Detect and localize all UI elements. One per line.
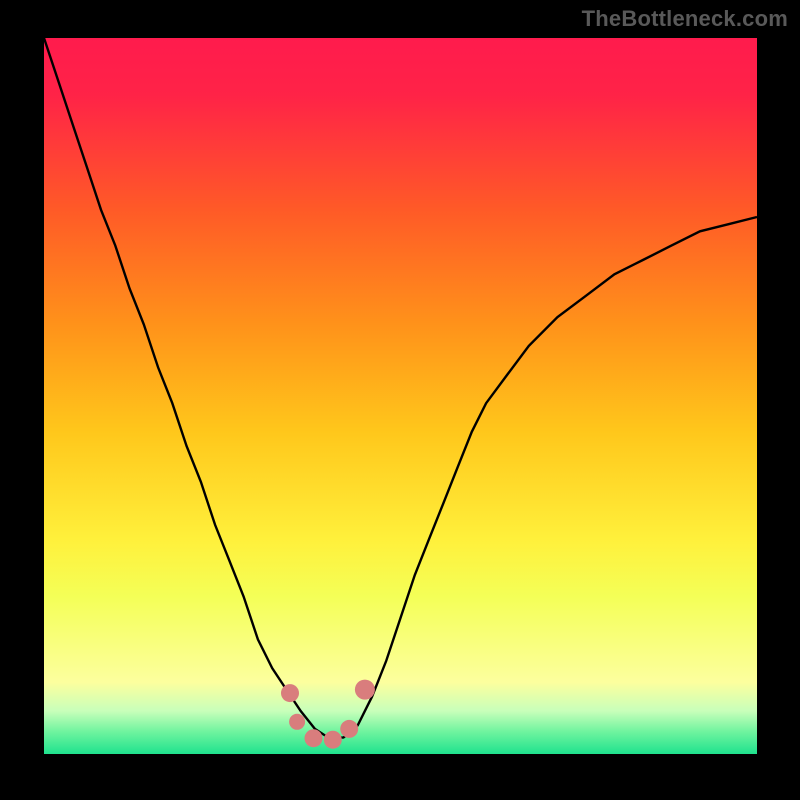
marker-dot — [355, 680, 375, 700]
watermark-text: TheBottleneck.com — [582, 6, 788, 32]
marker-dot — [305, 729, 323, 747]
marker-dot — [289, 714, 305, 730]
marker-dot — [324, 731, 342, 749]
bottleneck-chart — [0, 0, 800, 800]
marker-dot — [281, 684, 299, 702]
plot-background — [44, 38, 757, 754]
marker-dot — [340, 720, 358, 738]
chart-container: TheBottleneck.com — [0, 0, 800, 800]
